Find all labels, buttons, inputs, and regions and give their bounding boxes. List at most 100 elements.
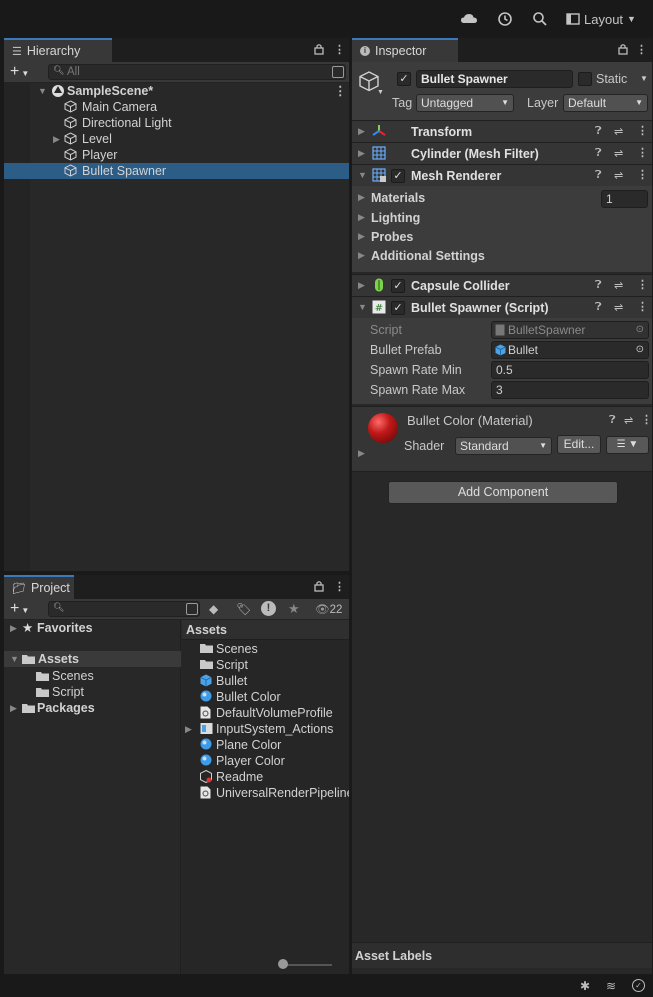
- more-vertical-icon[interactable]: ⋮: [637, 146, 648, 159]
- layer-dropdown[interactable]: Default ▼: [563, 94, 648, 112]
- spawn-rate-min-field[interactable]: 0.5: [491, 361, 649, 379]
- help-icon[interactable]: ❓︎: [595, 301, 602, 314]
- asset-item[interactable]: ▶ InputSystem_Actions: [182, 721, 349, 737]
- project-search-input[interactable]: 🔍︎: [48, 601, 200, 617]
- chevron-right-icon[interactable]: ▶: [358, 250, 365, 261]
- chevron-right-icon[interactable]: ▶: [358, 231, 365, 242]
- asset-item[interactable]: Script: [182, 657, 349, 673]
- more-vertical-icon[interactable]: ⋮: [637, 168, 648, 181]
- filter-log-icon[interactable]: !: [261, 601, 276, 616]
- spawn-rate-max-field[interactable]: 3: [491, 381, 649, 399]
- search-filter-icon[interactable]: [332, 66, 344, 78]
- hierarchy-item[interactable]: ▶ Level: [4, 131, 349, 147]
- tree-item-scenes[interactable]: Scenes: [4, 668, 181, 684]
- hierarchy-item[interactable]: Main Camera: [4, 99, 349, 115]
- object-picker-icon[interactable]: ⊙: [636, 342, 644, 358]
- chevron-right-icon[interactable]: ▶: [53, 131, 60, 147]
- shader-dropdown[interactable]: Standard ▼: [455, 437, 552, 455]
- foldout-materials[interactable]: ▶ Materials 1: [352, 189, 652, 208]
- shader-options-button[interactable]: ☰ ▼: [606, 436, 649, 454]
- help-icon[interactable]: ❓︎: [609, 414, 616, 427]
- tree-item-script[interactable]: Script: [4, 684, 181, 700]
- search-filter-icon[interactable]: [186, 603, 198, 615]
- lock-icon[interactable]: [618, 43, 628, 58]
- asset-item[interactable]: Player Color: [182, 753, 349, 769]
- component-mesh-renderer[interactable]: ▼ ✓ Mesh Renderer ❓︎ ⇌ ⋮: [352, 164, 652, 186]
- help-icon[interactable]: ❓︎: [595, 279, 602, 292]
- tree-item-assets[interactable]: ▼ Assets: [4, 651, 181, 667]
- presets-icon[interactable]: ⇌: [624, 414, 633, 427]
- more-vertical-icon[interactable]: ⋮: [637, 124, 648, 137]
- asset-item[interactable]: Readme: [182, 769, 349, 785]
- history-icon[interactable]: [496, 10, 514, 28]
- help-icon[interactable]: ❓︎: [595, 147, 602, 160]
- star-icon[interactable]: ★: [288, 601, 300, 617]
- static-dropdown-icon[interactable]: ▼: [640, 74, 648, 83]
- object-name-field[interactable]: Bullet Spawner: [416, 70, 573, 88]
- more-vertical-icon[interactable]: ⋮: [637, 278, 648, 291]
- more-vertical-icon[interactable]: ⋮: [641, 413, 652, 426]
- hierarchy-item[interactable]: Directional Light: [4, 115, 349, 131]
- asset-item[interactable]: DefaultVolumeProfile: [182, 705, 349, 721]
- presets-icon[interactable]: ⇌: [614, 279, 623, 292]
- more-vertical-icon[interactable]: ⋮: [637, 300, 648, 313]
- component-transform[interactable]: ▶ Transform ❓︎ ⇌ ⋮: [352, 120, 652, 142]
- breadcrumb-label[interactable]: Assets: [186, 623, 227, 637]
- lock-icon[interactable]: [314, 43, 324, 58]
- asset-item[interactable]: Plane Color: [182, 737, 349, 753]
- filter-by-label-icon[interactable]: 🏷︎: [236, 602, 251, 616]
- asset-item[interactable]: UniversalRenderPipelineGlobalSettings: [182, 785, 349, 801]
- chevron-right-icon[interactable]: ▶: [10, 700, 17, 716]
- foldout-lighting[interactable]: ▶ Lighting: [352, 209, 652, 227]
- hierarchy-item[interactable]: Bullet Spawner: [4, 163, 349, 179]
- checkmark-icon[interactable]: ✓: [632, 979, 645, 992]
- foldout-probes[interactable]: ▶ Probes: [352, 228, 652, 246]
- presets-icon[interactable]: ⇌: [614, 147, 623, 160]
- cache-server-icon[interactable]: ≋: [606, 979, 616, 993]
- add-component-button[interactable]: Add Component: [388, 481, 618, 504]
- asset-item[interactable]: Scenes: [182, 641, 349, 657]
- search-icon[interactable]: [531, 10, 549, 28]
- asset-item[interactable]: Bullet Color: [182, 689, 349, 705]
- chevron-right-icon[interactable]: ▶: [358, 212, 365, 223]
- more-vertical-icon[interactable]: ⋮: [334, 580, 345, 593]
- chevron-right-icon[interactable]: ▶: [10, 620, 17, 636]
- cloud-icon[interactable]: [460, 10, 478, 28]
- more-vertical-icon[interactable]: ⋮: [334, 83, 347, 99]
- tag-dropdown[interactable]: Untagged ▼: [416, 94, 514, 112]
- chevron-down-icon[interactable]: ▼: [38, 83, 47, 99]
- slider-handle[interactable]: [278, 959, 288, 969]
- chevron-down-icon[interactable]: ▼: [377, 89, 384, 96]
- shader-edit-button[interactable]: Edit...: [557, 435, 601, 454]
- scene-row[interactable]: ▼ SampleScene* ⋮: [4, 83, 349, 99]
- chevron-right-icon[interactable]: ▶: [358, 280, 365, 291]
- hierarchy-search-input[interactable]: 🔍︎ All: [48, 64, 346, 80]
- active-checkbox[interactable]: ✓: [397, 72, 411, 86]
- bullet-prefab-field[interactable]: Bullet ⊙: [491, 341, 649, 359]
- materials-count-field[interactable]: 1: [601, 190, 648, 208]
- add-button[interactable]: + ▼: [10, 63, 29, 81]
- lock-icon[interactable]: [314, 580, 324, 595]
- more-vertical-icon[interactable]: ⋮: [636, 43, 647, 56]
- static-checkbox[interactable]: [578, 72, 592, 86]
- add-button[interactable]: + ▼: [10, 600, 29, 618]
- chevron-down-icon[interactable]: ▼: [358, 302, 367, 312]
- asset-labels-bar[interactable]: Asset Labels: [352, 942, 652, 968]
- asset-item[interactable]: Bullet: [182, 673, 349, 689]
- tab-hierarchy[interactable]: ☰ Hierarchy: [4, 38, 112, 62]
- chevron-right-icon[interactable]: ▶: [185, 721, 192, 737]
- presets-icon[interactable]: ⇌: [614, 125, 623, 138]
- tab-project[interactable]: 📁︎ Project: [4, 575, 74, 599]
- layout-dropdown[interactable]: Layout ▼: [566, 9, 644, 29]
- bug-icon[interactable]: ✱: [580, 979, 590, 993]
- component-capsule-collider[interactable]: ▶ ✓ Capsule Collider ❓︎ ⇌ ⋮: [352, 274, 652, 296]
- chevron-down-icon[interactable]: ▼: [10, 651, 19, 667]
- chevron-right-icon[interactable]: ▶: [358, 148, 365, 159]
- presets-icon[interactable]: ⇌: [614, 301, 623, 314]
- component-bullet-spawner-script[interactable]: ▼ # ✓ Bullet Spawner (Script) ❓︎ ⇌ ⋮: [352, 296, 652, 318]
- filter-by-type-icon[interactable]: ◆: [209, 602, 218, 616]
- foldout-additional-settings[interactable]: ▶ Additional Settings: [352, 247, 652, 265]
- mesh-renderer-enabled-checkbox[interactable]: ✓: [391, 169, 405, 183]
- more-vertical-icon[interactable]: ⋮: [334, 43, 345, 56]
- script-enabled-checkbox[interactable]: ✓: [391, 301, 405, 315]
